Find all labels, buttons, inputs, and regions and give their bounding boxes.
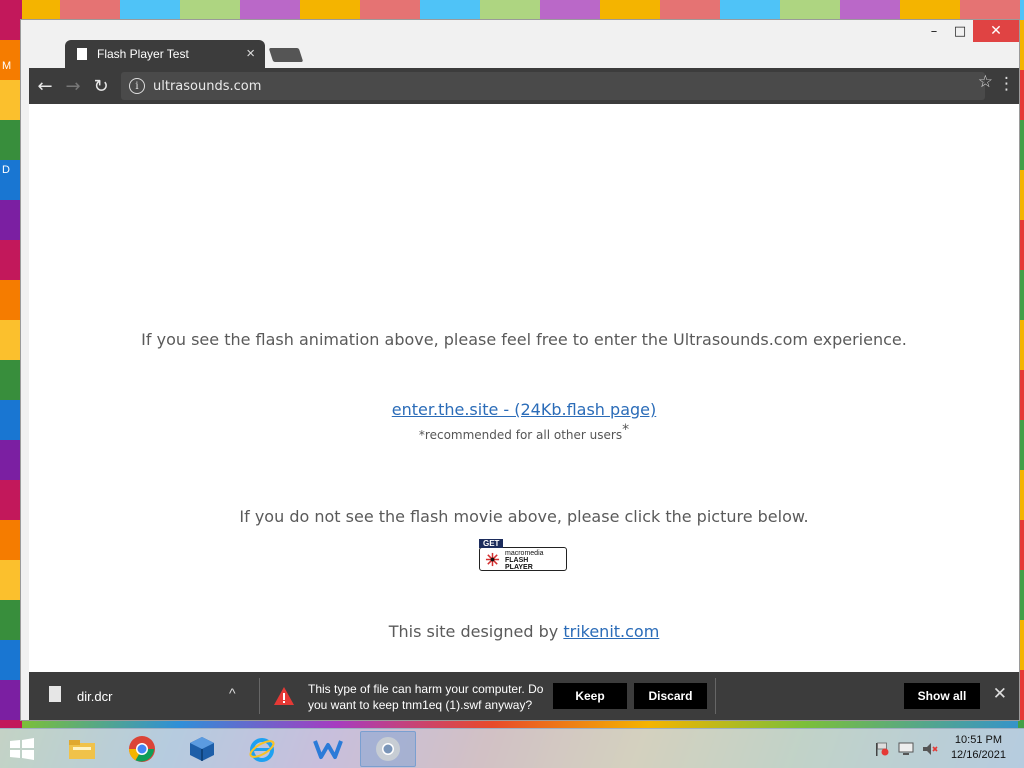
- back-button[interactable]: ←: [31, 72, 59, 100]
- desktop-wallpaper-top: [0, 0, 1024, 20]
- tab-flash-player-test[interactable]: Flash Player Test ×: [65, 40, 265, 68]
- download-file-name[interactable]: dir.dcr: [77, 689, 112, 704]
- recommended-note: *recommended for all other users*: [29, 422, 1019, 442]
- trikenit-link[interactable]: trikenit.com: [563, 622, 659, 641]
- badge-macromedia: macromedia: [505, 550, 544, 557]
- credit-prefix: This site designed by: [388, 622, 564, 641]
- address-bar[interactable]: i ultrasounds.com: [121, 72, 985, 100]
- discard-button[interactable]: Discard: [634, 683, 707, 709]
- flash-intro-text: If you see the flash animation above, pl…: [141, 330, 907, 349]
- file-explorer-icon[interactable]: [54, 731, 110, 767]
- title-bar: Flash Player Test × – □ ✕: [21, 20, 1019, 68]
- desktop-icon-label: M: [2, 60, 12, 72]
- tab-title: Flash Player Test: [97, 47, 189, 61]
- url-text: ultrasounds.com: [153, 78, 262, 94]
- network-icon[interactable]: [898, 741, 914, 757]
- no-flash-text: If you do not see the flash movie above,…: [239, 507, 809, 526]
- get-flash-player-badge[interactable]: macromedia FLASH PLAYER GET: [479, 539, 567, 571]
- download-warning-text: This type of file can harm your computer…: [308, 682, 544, 712]
- forward-button[interactable]: →: [59, 72, 87, 100]
- badge-get-label: GET: [479, 539, 504, 548]
- warning-icon: [274, 687, 294, 705]
- maximize-button[interactable]: □: [947, 20, 973, 42]
- wps-icon[interactable]: [300, 731, 356, 767]
- browser-menu-icon[interactable]: ⋮: [998, 74, 1015, 94]
- chevron-up-icon[interactable]: ^: [229, 685, 236, 701]
- desktop-wallpaper-left: M D: [0, 0, 22, 728]
- enter-site-link[interactable]: enter.the.site - (24Kb.flash page): [29, 400, 1019, 419]
- taskbar: 10:51 PM 12/16/2021: [0, 728, 1024, 768]
- clock-date: 12/16/2021: [950, 749, 1006, 761]
- volume-muted-icon[interactable]: [922, 741, 938, 757]
- minimize-button[interactable]: –: [921, 20, 947, 42]
- flash-burst-icon: [485, 552, 500, 567]
- site-credit: This site designed by trikenit.com: [29, 622, 1019, 641]
- reload-button[interactable]: ↻: [87, 72, 115, 100]
- divider: [259, 678, 260, 714]
- badge-box: macromedia FLASH PLAYER: [479, 547, 567, 571]
- download-bar: dir.dcr ^ This type of file can harm you…: [29, 672, 1019, 720]
- divider: [715, 678, 716, 714]
- virtualbox-icon[interactable]: [174, 731, 230, 767]
- desktop-icon-label: D: [2, 164, 10, 176]
- badge-flash: FLASH: [505, 557, 529, 564]
- page-icon: [77, 48, 87, 60]
- chrome-icon[interactable]: [114, 731, 170, 767]
- clock-time: 10:51 PM: [954, 734, 1003, 746]
- keep-button[interactable]: Keep: [553, 683, 627, 709]
- badge-player: PLAYER: [505, 564, 533, 571]
- page-content: If you see the flash animation above, pl…: [29, 104, 1019, 672]
- show-all-button[interactable]: Show all: [904, 683, 980, 709]
- recommended-text: *recommended for all other users: [418, 428, 623, 442]
- new-tab-button[interactable]: [268, 48, 304, 62]
- tab-close-icon[interactable]: ×: [246, 45, 255, 62]
- flag-icon[interactable]: [874, 741, 890, 757]
- internet-explorer-icon[interactable]: [234, 731, 290, 767]
- file-icon: [49, 686, 61, 702]
- browser-toolbar: ← → ↻ i ultrasounds.com ☆ ⋮: [29, 68, 1019, 104]
- info-icon[interactable]: i: [129, 78, 145, 94]
- close-window-button[interactable]: ✕: [973, 20, 1019, 42]
- windows-start-icon[interactable]: [8, 737, 36, 761]
- bookmark-star-icon[interactable]: ☆: [978, 72, 993, 92]
- chrome-active-icon[interactable]: [360, 731, 416, 767]
- recommended-star: *: [622, 422, 630, 438]
- browser-window: Flash Player Test × – □ ✕ ← → ↻ i ultras…: [20, 19, 1020, 721]
- badge-text: macromedia FLASH PLAYER: [505, 550, 544, 571]
- close-download-bar-icon[interactable]: ✕: [993, 684, 1007, 704]
- system-clock[interactable]: 10:51 PM 12/16/2021: [951, 733, 1006, 763]
